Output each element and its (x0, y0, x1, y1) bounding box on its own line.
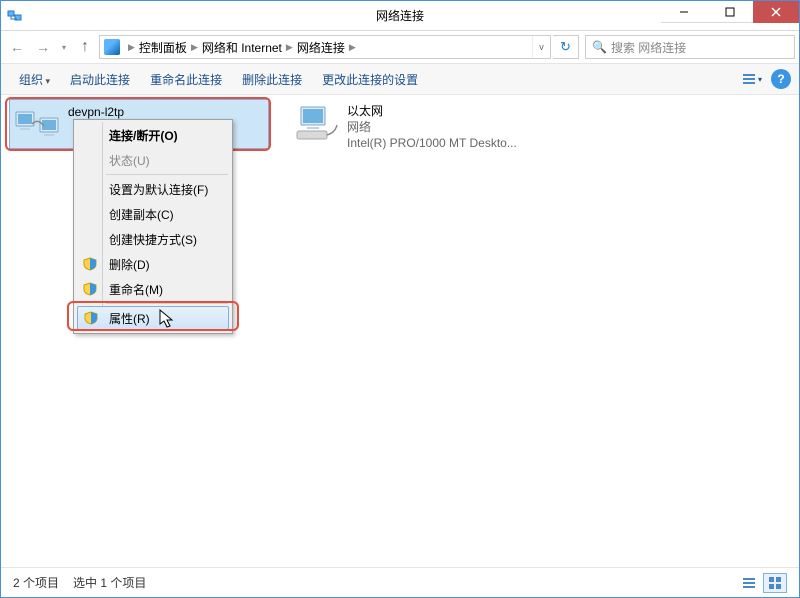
breadcrumb-sep[interactable]: ▶ (124, 42, 139, 53)
refresh-button[interactable]: ↻ (553, 35, 579, 59)
titlebar: 网络连接 (1, 1, 799, 31)
ethernet-connection-icon (293, 103, 341, 143)
menu-delete[interactable]: 删除(D) (77, 252, 229, 276)
close-button[interactable] (753, 1, 799, 23)
uac-shield-icon (84, 311, 98, 325)
start-connection-button[interactable]: 启动此连接 (60, 67, 140, 92)
history-dropdown[interactable]: ▾ (57, 35, 71, 59)
window-controls (661, 1, 799, 23)
connection-labels: devpn-l2tp (68, 104, 124, 120)
minimize-button[interactable] (661, 1, 707, 23)
item-count: 2 个项目 (13, 574, 59, 591)
details-view-button[interactable] (737, 573, 761, 593)
uac-shield-icon (83, 257, 97, 271)
forward-button[interactable]: → (31, 35, 55, 59)
connection-device: Intel(R) PRO/1000 MT Deskto... (347, 135, 517, 151)
view-options-button[interactable]: ▾ (739, 67, 765, 91)
menu-status: 状态(U) (77, 148, 229, 172)
menu-connect-disconnect[interactable]: 连接/断开(O) (77, 123, 229, 147)
menu-separator (106, 303, 228, 304)
organize-menu[interactable]: 组织 (9, 67, 60, 92)
window-title: 网络连接 (376, 7, 424, 24)
menu-properties[interactable]: 属性(R) (77, 306, 229, 330)
search-input[interactable]: 🔍 搜索 网络连接 (585, 35, 795, 59)
statusbar: 2 个项目 选中 1 个项目 (1, 567, 799, 597)
connection-item[interactable]: 以太网 网络 Intel(R) PRO/1000 MT Deskto... (289, 99, 549, 155)
breadcrumb-sep[interactable]: ▶ (187, 42, 202, 53)
connection-status: 网络 (347, 119, 517, 135)
connection-labels: 以太网 网络 Intel(R) PRO/1000 MT Deskto... (347, 103, 517, 151)
breadcrumb-sep[interactable]: ▶ (345, 42, 360, 53)
menu-separator (106, 174, 228, 175)
back-button[interactable]: ← (5, 35, 29, 59)
search-icon: 🔍 (592, 40, 607, 54)
toolbar: 组织 启动此连接 重命名此连接 删除此连接 更改此连接的设置 ▾ ? (1, 63, 799, 95)
address-row: ← → ▾ ↑ ▶ 控制面板 ▶ 网络和 Internet ▶ 网络连接 ▶ v… (1, 31, 799, 63)
context-menu: 连接/断开(O) 状态(U) 设置为默认连接(F) 创建副本(C) 创建快捷方式… (73, 119, 233, 334)
delete-connection-button[interactable]: 删除此连接 (232, 67, 312, 92)
up-button[interactable]: ↑ (73, 35, 97, 59)
location-icon (104, 39, 120, 55)
menu-create-copy[interactable]: 创建副本(C) (77, 202, 229, 226)
address-bar[interactable]: ▶ 控制面板 ▶ 网络和 Internet ▶ 网络连接 ▶ v (99, 35, 551, 59)
connection-name: devpn-l2tp (68, 104, 124, 120)
breadcrumb-item[interactable]: 网络连接 (297, 39, 345, 56)
menu-set-default[interactable]: 设置为默认连接(F) (77, 177, 229, 201)
content-area: devpn-l2tp 以太网 网络 Intel(R) PRO/1000 MT D… (1, 95, 799, 567)
menu-rename[interactable]: 重命名(M) (77, 277, 229, 301)
breadcrumb-item[interactable]: 网络和 Internet (202, 39, 282, 56)
help-button[interactable]: ? (771, 69, 791, 89)
breadcrumb-sep[interactable]: ▶ (282, 42, 297, 53)
uac-shield-icon (83, 282, 97, 296)
change-settings-button[interactable]: 更改此连接的设置 (312, 67, 428, 92)
menu-create-shortcut[interactable]: 创建快捷方式(S) (77, 227, 229, 251)
search-placeholder: 搜索 网络连接 (611, 39, 686, 56)
app-icon (7, 8, 23, 24)
maximize-button[interactable] (707, 1, 753, 23)
vpn-connection-icon (14, 104, 62, 144)
address-dropdown[interactable]: v (532, 36, 550, 58)
breadcrumb-item[interactable]: 控制面板 (139, 39, 187, 56)
connection-name: 以太网 (347, 103, 517, 119)
icons-view-button[interactable] (763, 573, 787, 593)
selection-count: 选中 1 个项目 (73, 574, 146, 591)
rename-connection-button[interactable]: 重命名此连接 (140, 67, 232, 92)
